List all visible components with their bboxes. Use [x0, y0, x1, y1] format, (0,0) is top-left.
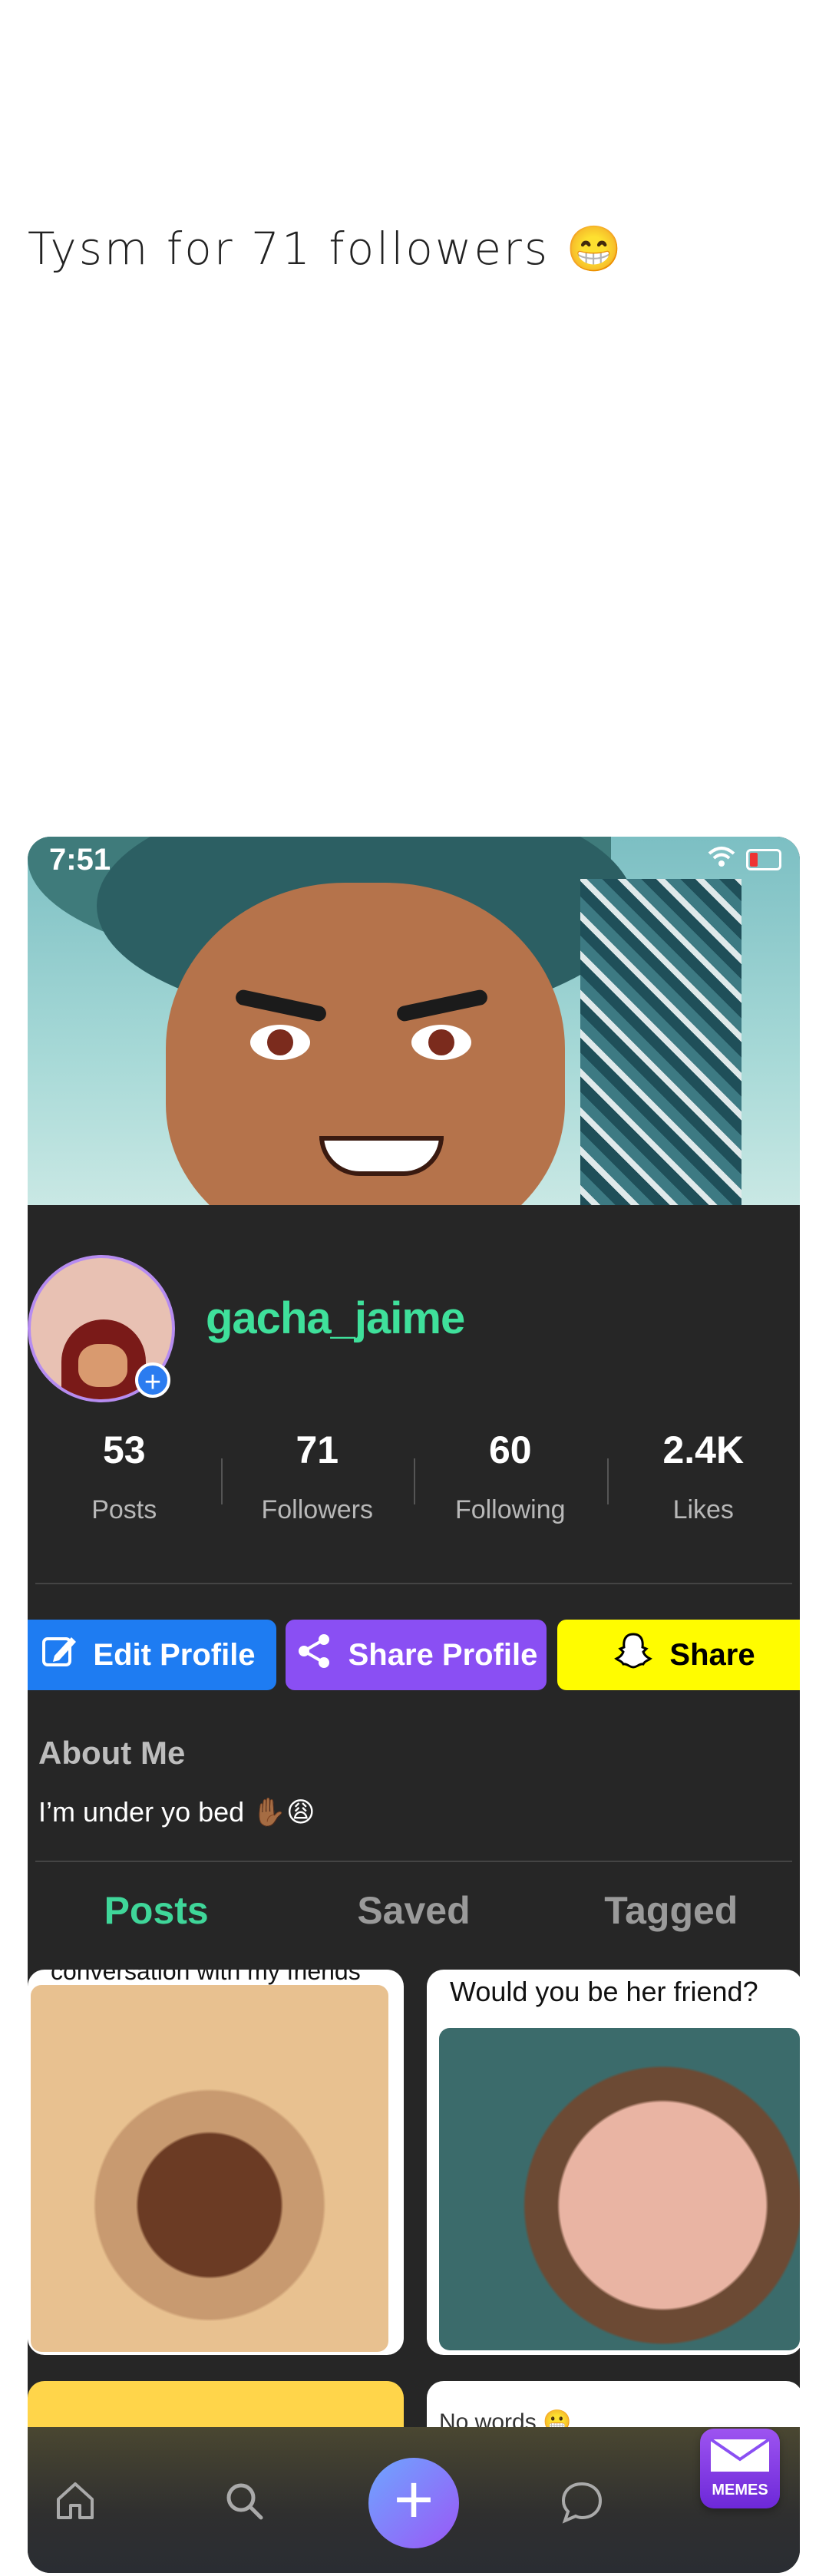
about-me-heading: About Me	[38, 1735, 186, 1771]
wifi-icon	[708, 846, 735, 874]
profile-stats: 53 Posts 71 Followers 60 Following 2.4K …	[28, 1428, 800, 1525]
post-caption-text: Would you be her friend?	[450, 1976, 758, 2007]
post-caption-text: conversation with my friends	[51, 1970, 361, 1985]
divider	[35, 1583, 792, 1584]
snapchat-share-button[interactable]: Share	[557, 1620, 800, 1690]
stat-following[interactable]: 60 Following	[414, 1428, 607, 1525]
edit-profile-label: Edit Profile	[93, 1637, 256, 1672]
share-label: Share	[669, 1637, 755, 1672]
post-image	[439, 2028, 800, 2350]
search-icon[interactable]	[223, 2479, 266, 2522]
stat-value: 71	[296, 1428, 339, 1471]
profile-banner: 7:51	[28, 837, 800, 1205]
post-thumbnail[interactable]: Would you be her friend?	[427, 1970, 800, 2355]
right-eye	[411, 1025, 471, 1060]
banner-ocean-image	[580, 879, 741, 1205]
stat-posts[interactable]: 53 Posts	[28, 1428, 221, 1525]
stat-value: 60	[488, 1428, 532, 1471]
tab-tagged[interactable]: Tagged	[543, 1888, 800, 1933]
memes-app-logo: MEMES	[700, 2429, 780, 2508]
home-icon[interactable]	[54, 2479, 97, 2522]
stat-label: Following	[454, 1495, 566, 1524]
chat-bubble-icon[interactable]	[559, 2479, 603, 2524]
post-caption: Tysm for 71 followers 😁	[28, 223, 624, 275]
stat-label: Likes	[672, 1495, 734, 1524]
username: gacha_jaime	[206, 1293, 465, 1343]
profile-tabs: Posts Saved Tagged	[28, 1888, 800, 1933]
avatar-face	[78, 1344, 127, 1387]
share-icon	[295, 1632, 333, 1678]
banner-face	[166, 883, 565, 1205]
post-image	[31, 1985, 388, 2352]
status-icons	[708, 846, 781, 874]
tab-posts[interactable]: Posts	[28, 1888, 285, 1933]
left-eye	[250, 1025, 310, 1060]
create-post-plus-icon[interactable]: +	[368, 2458, 459, 2548]
stat-value: 2.4K	[662, 1428, 745, 1471]
snapchat-ghost-icon	[613, 1630, 654, 1679]
phone-screenshot: 7:51 + gacha_jaime 53 Posts 71 Followers…	[28, 837, 800, 2573]
battery-icon	[746, 849, 781, 870]
stat-label: Followers	[261, 1495, 373, 1524]
memes-logo-text: MEMES	[712, 2482, 768, 2498]
share-profile-label: Share Profile	[348, 1637, 538, 1672]
stat-value: 53	[102, 1428, 146, 1471]
share-profile-button[interactable]: Share Profile	[286, 1620, 547, 1690]
envelope-icon	[709, 2438, 771, 2472]
post-thumbnail[interactable]: conversation with my friends	[28, 1970, 404, 2355]
about-me-text: I’m under yo bed ✋🏾😩	[38, 1796, 315, 1828]
bottom-nav: +	[28, 2427, 800, 2573]
stat-label: Posts	[91, 1495, 157, 1524]
tab-saved[interactable]: Saved	[285, 1888, 542, 1933]
add-avatar-plus-icon[interactable]: +	[135, 1362, 170, 1399]
left-brow	[234, 988, 328, 1023]
right-brow	[395, 988, 489, 1023]
stat-followers[interactable]: 71 Followers	[220, 1428, 414, 1525]
status-time: 7:51	[49, 843, 111, 877]
mouth	[319, 1136, 444, 1176]
stat-likes[interactable]: 2.4K Likes	[606, 1428, 801, 1525]
divider	[35, 1861, 792, 1862]
edit-profile-button[interactable]: Edit Profile	[28, 1620, 276, 1690]
edit-icon	[41, 1633, 78, 1677]
